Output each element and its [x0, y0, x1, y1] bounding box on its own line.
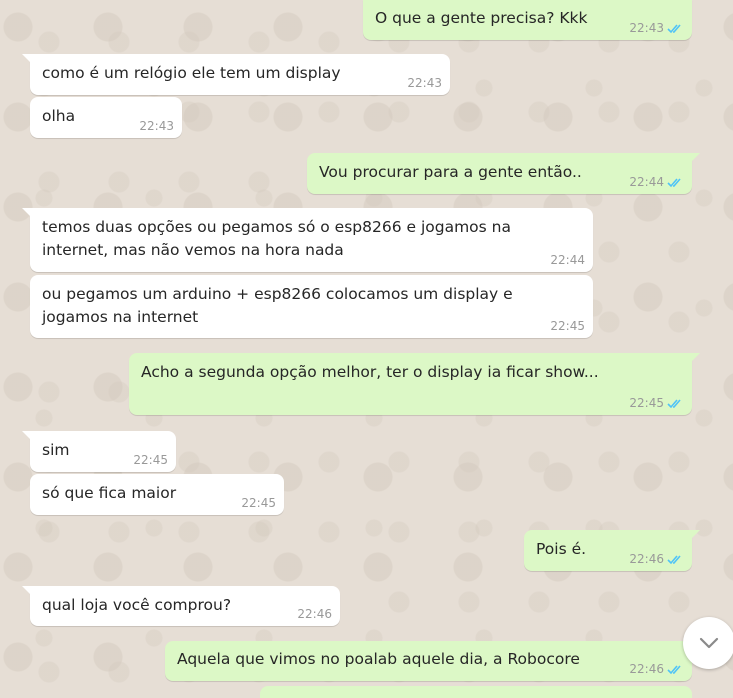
message-bubble-outgoing[interactable]: O que a gente precisa? Kkk 22:43 — [363, 0, 692, 40]
message-text: temos duas opções ou pegamos só o esp826… — [42, 218, 516, 259]
message-bubble-outgoing-partial — [260, 686, 692, 698]
message-time: 22:45 — [241, 496, 276, 510]
message-bubble-incoming[interactable]: só que fica maior 22:45 — [30, 474, 284, 515]
double-check-icon — [667, 399, 681, 409]
message-text: como é um relógio ele tem um display — [42, 64, 341, 82]
chevron-down-icon — [699, 637, 719, 649]
message-bubble-incoming[interactable]: sim 22:45 — [22, 431, 176, 472]
message-text: ou pegamos um arduino + esp8266 colocamo… — [42, 285, 518, 326]
message-text: Acho a segunda opção melhor, ter o displ… — [141, 363, 599, 381]
message-time: 22:43 — [629, 21, 664, 35]
message-time: 22:46 — [629, 552, 664, 566]
message-meta: 22:46 — [629, 662, 684, 677]
message-bubble-outgoing[interactable]: Aquela que vimos no poalab aquele dia, a… — [165, 641, 700, 681]
message-text: sim — [42, 441, 70, 459]
message-text: O que a gente precisa? Kkk — [375, 9, 588, 27]
message-bubble-outgoing[interactable]: Pois é. 22:46 — [524, 530, 700, 571]
message-text: Pois é. — [536, 540, 587, 558]
message-text: Aquela que vimos no poalab aquele dia, a… — [177, 650, 580, 668]
double-check-icon — [667, 665, 681, 675]
message-time: 22:43 — [139, 119, 174, 133]
message-text: Vou procurar para a gente então.. — [319, 163, 582, 181]
message-time: 22:46 — [297, 607, 332, 621]
message-meta: 22:46 — [629, 552, 684, 567]
double-check-icon — [667, 178, 681, 188]
scroll-to-bottom-button[interactable] — [683, 617, 733, 669]
message-bubble-incoming[interactable]: temos duas opções ou pegamos só o esp826… — [22, 208, 593, 272]
message-text: só que fica maior — [42, 484, 177, 502]
message-time: 22:45 — [629, 396, 664, 410]
message-time: 22:44 — [629, 175, 664, 189]
message-bubble-incoming[interactable]: olha 22:43 — [30, 97, 182, 138]
message-time: 22:44 — [550, 253, 585, 267]
message-bubble-outgoing[interactable]: Acho a segunda opção melhor, ter o displ… — [129, 353, 700, 415]
message-time: 22:45 — [550, 319, 585, 333]
message-text: olha — [42, 107, 76, 125]
double-check-icon — [667, 24, 681, 34]
message-time: 22:43 — [407, 76, 442, 90]
double-check-icon — [667, 555, 681, 565]
message-meta: 22:44 — [629, 175, 684, 190]
message-meta: 22:43 — [629, 21, 684, 36]
message-bubble-outgoing[interactable]: Vou procurar para a gente então.. 22:44 — [307, 153, 700, 194]
message-text: qual loja você comprou? — [42, 596, 232, 614]
message-time: 22:46 — [629, 662, 664, 676]
message-bubble-incoming[interactable]: como é um relógio ele tem um display 22:… — [22, 54, 450, 95]
message-bubble-incoming[interactable]: ou pegamos um arduino + esp8266 colocamo… — [30, 275, 593, 338]
message-meta: 22:45 — [629, 396, 684, 411]
message-bubble-incoming[interactable]: qual loja você comprou? 22:46 — [22, 586, 340, 626]
message-time: 22:45 — [133, 453, 168, 467]
